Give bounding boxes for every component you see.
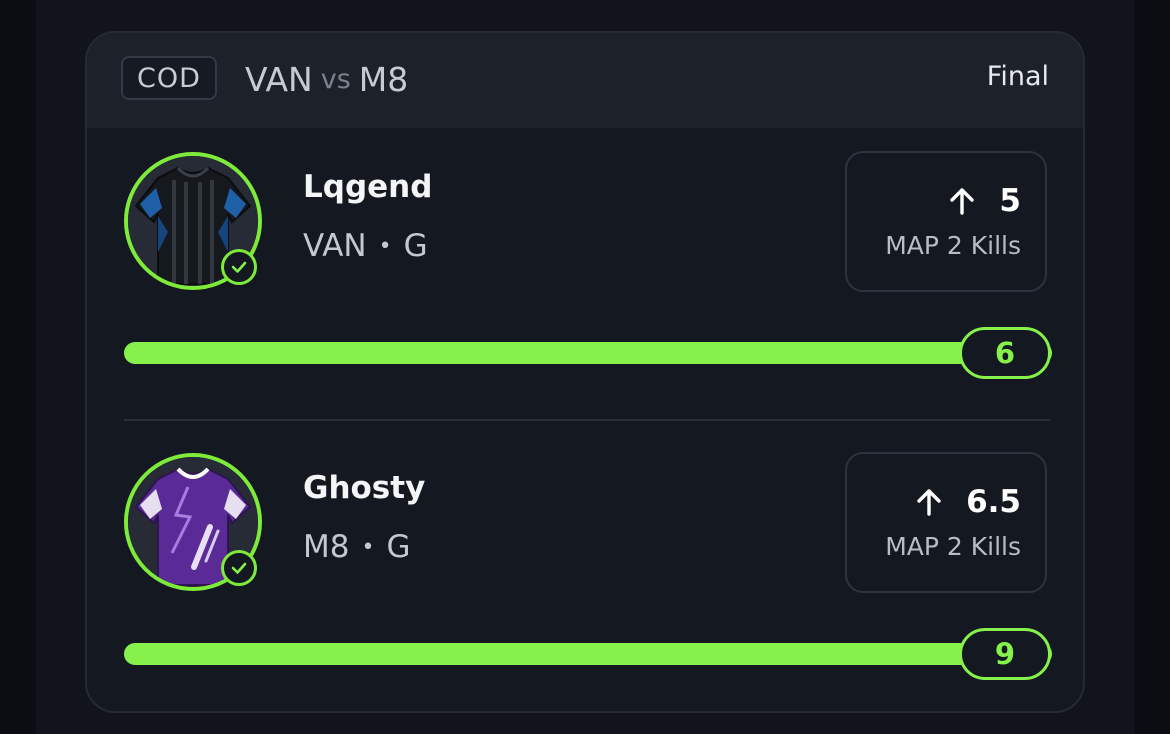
progress-track <box>124 342 1052 364</box>
projection-value: 6.5 <box>966 484 1021 520</box>
match-card[interactable]: COD VAN vs M8 Final Lqgend VAN • G 5 MAP… <box>85 31 1085 713</box>
arrow-up-icon <box>950 188 975 215</box>
result-value: 9 <box>959 628 1051 680</box>
player-name: Ghosty <box>303 470 426 506</box>
vs-label: vs <box>320 63 351 95</box>
matchup: VAN vs M8 <box>245 55 408 103</box>
player-row[interactable]: Ghosty M8 • G 6.5 MAP 2 Kills 9 <box>87 429 1083 689</box>
player-meta: VAN • G <box>303 228 428 264</box>
progress-fill <box>124 342 1052 364</box>
verified-check-icon <box>221 249 257 285</box>
projection-stat: MAP 2 Kills <box>885 532 1021 561</box>
player-position: G <box>403 228 428 264</box>
projection-stat: MAP 2 Kills <box>885 231 1021 260</box>
player-position: G <box>386 529 411 565</box>
player-team: VAN <box>303 228 367 264</box>
match-status: Final <box>986 61 1049 92</box>
team-a: VAN <box>245 59 313 99</box>
projection-value: 5 <box>999 183 1021 219</box>
progress-track <box>124 643 1052 665</box>
meta-separator: • <box>361 534 375 560</box>
projection-box[interactable]: 6.5 MAP 2 Kills <box>845 452 1047 593</box>
divider <box>124 419 1050 421</box>
team-b: M8 <box>358 59 409 99</box>
player-row[interactable]: Lqgend VAN • G 5 MAP 2 Kills 6 <box>87 128 1083 388</box>
league-tag: COD <box>121 56 217 100</box>
player-team: M8 <box>303 529 350 565</box>
player-meta: M8 • G <box>303 529 411 565</box>
arrow-up-icon <box>917 489 941 516</box>
projection-line: 6.5 <box>914 484 1021 520</box>
projection-line: 5 <box>947 183 1021 219</box>
meta-separator: • <box>378 233 392 259</box>
card-header: COD VAN vs M8 Final <box>87 33 1083 128</box>
verified-check-icon <box>221 550 257 586</box>
progress-fill <box>124 643 1052 665</box>
result-value: 6 <box>959 327 1051 379</box>
projection-box[interactable]: 5 MAP 2 Kills <box>845 151 1047 292</box>
player-name: Lqgend <box>303 169 433 205</box>
